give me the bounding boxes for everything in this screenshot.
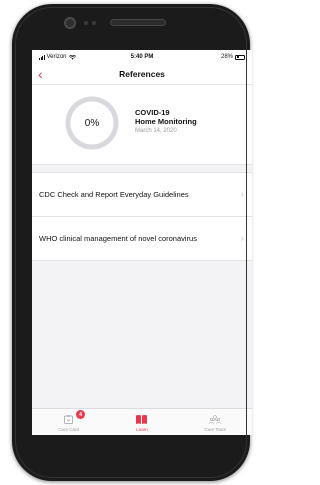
tab-bar: 4 Care Card Learn Care Team	[32, 408, 252, 435]
phone-frame: Verizon 5:40 PM 28% ‹ References 0% COVI…	[12, 4, 252, 481]
tab-label: Care Card	[58, 427, 80, 432]
status-bar: Verizon 5:40 PM 28%	[32, 50, 252, 64]
progress-percent: 0%	[84, 117, 100, 129]
care-card-icon	[64, 415, 74, 424]
sensor-dot	[84, 21, 88, 25]
references-list: CDC Check and Report Everyday Guidelines…	[32, 172, 252, 261]
tab-label: Care Team	[204, 427, 227, 432]
reference-label: CDC Check and Report Everyday Guidelines	[39, 189, 189, 199]
tab-learn[interactable]: Learn	[105, 409, 178, 435]
plan-date: March 14, 2020	[135, 128, 177, 134]
chevron-right-icon: ›	[240, 189, 244, 200]
tab-care-team[interactable]: Care Team	[179, 409, 252, 435]
chevron-right-icon: ›	[240, 233, 244, 244]
front-camera	[64, 17, 76, 29]
people-icon	[209, 415, 222, 424]
reference-row-cdc[interactable]: CDC Check and Report Everyday Guidelines…	[32, 173, 252, 217]
sensor-dot	[92, 21, 96, 25]
tab-label: Learn	[136, 427, 148, 432]
signal-icon	[39, 55, 45, 60]
app-screen: Verizon 5:40 PM 28% ‹ References 0% COVI…	[32, 50, 252, 435]
battery-percent: 28%	[220, 54, 233, 60]
progress-header: 0% COVID-19 Home Monitoring March 14, 20…	[32, 85, 252, 165]
reference-row-who[interactable]: WHO clinical management of novel coronav…	[32, 217, 252, 261]
page-title: References	[119, 69, 165, 79]
navigation-bar: ‹ References	[32, 64, 252, 85]
carrier-label: Verizon	[46, 54, 67, 60]
tab-care-card[interactable]: 4 Care Card	[32, 409, 105, 435]
battery-icon	[235, 54, 245, 60]
chevron-left-icon[interactable]: ‹	[38, 67, 43, 81]
plan-subtitle: Home Monitoring	[135, 117, 197, 126]
wifi-icon	[68, 54, 76, 60]
status-time: 5:40 PM	[130, 54, 154, 60]
reference-label: WHO clinical management of novel coronav…	[39, 233, 197, 243]
book-icon	[136, 415, 148, 424]
notification-badge: 4	[76, 410, 85, 419]
plan-title: COVID-19	[135, 108, 170, 117]
earpiece-speaker	[110, 19, 166, 26]
